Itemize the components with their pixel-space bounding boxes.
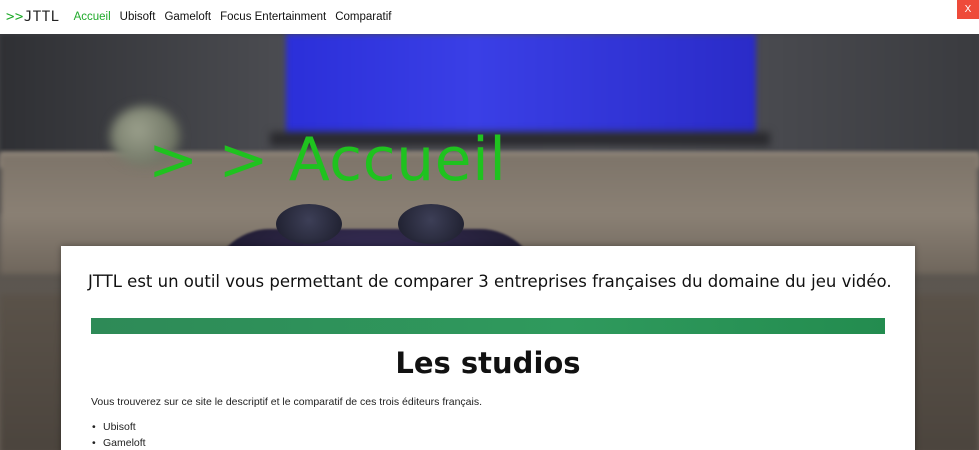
brand-arrows: >> bbox=[6, 9, 24, 25]
list-item: Ubisoft bbox=[91, 419, 146, 435]
hero-background-tv bbox=[286, 34, 756, 136]
close-button[interactable]: X bbox=[957, 0, 979, 19]
studio-list: Ubisoft Gameloft bbox=[91, 419, 146, 450]
list-item: Gameloft bbox=[91, 435, 146, 450]
content-card: JTTL est un outil vous permettant de com… bbox=[61, 246, 915, 450]
nav-item-comparatif[interactable]: Comparatif bbox=[335, 11, 391, 23]
nav-item-accueil[interactable]: Accueil bbox=[74, 11, 111, 23]
nav-item-focus-entertainment[interactable]: Focus Entertainment bbox=[220, 11, 326, 23]
section-divider bbox=[91, 318, 885, 334]
nav-item-gameloft[interactable]: Gameloft bbox=[164, 11, 211, 23]
top-navbar: >>JTTL Accueil Ubisoft Gameloft Focus En… bbox=[0, 0, 979, 34]
section-title: Les studios bbox=[395, 346, 581, 380]
main-nav: Accueil Ubisoft Gameloft Focus Entertain… bbox=[74, 11, 401, 23]
brand-logo[interactable]: >>JTTL bbox=[6, 9, 60, 25]
intro-text: JTTL est un outil vous permettant de com… bbox=[88, 272, 892, 291]
brand-name: JTTL bbox=[23, 9, 60, 25]
gamepad-right-stick bbox=[398, 204, 464, 244]
gamepad-left-stick bbox=[276, 204, 342, 244]
section-description: Vous trouverez sur ce site le descriptif… bbox=[91, 396, 483, 408]
nav-item-ubisoft[interactable]: Ubisoft bbox=[120, 11, 156, 23]
hero-title: > > Accueil bbox=[148, 125, 507, 195]
